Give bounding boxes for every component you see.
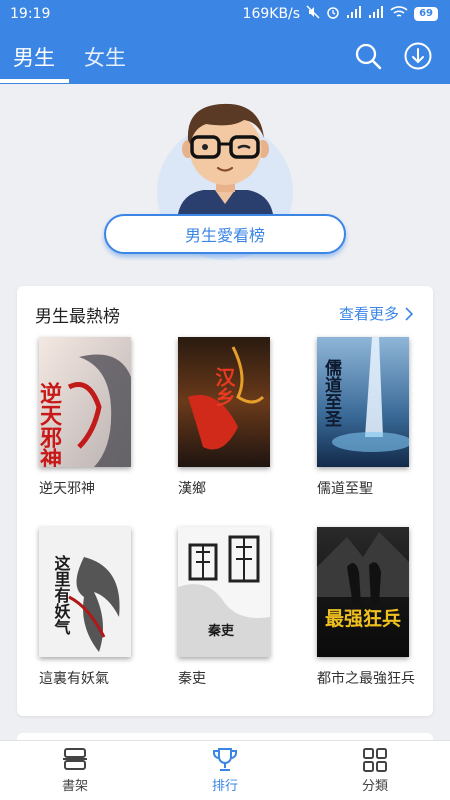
cover-title-text: 汉乡: [212, 367, 236, 407]
book-cover[interactable]: 逆天邪神: [39, 337, 131, 467]
book-item[interactable]: 这里有妖气 這裏有妖氣: [39, 527, 159, 689]
book-item[interactable]: 儒道至圣 儒道至聖: [317, 337, 437, 499]
nav-ranking-label: 排行: [211, 779, 238, 794]
cover-title-text: 这里有妖气: [52, 554, 72, 636]
book-cover[interactable]: 最强狂兵: [317, 527, 409, 657]
app-bar: 男生 女生: [0, 28, 450, 84]
bookshelf-icon: [63, 748, 87, 770]
book-title: 漢鄉: [178, 481, 206, 497]
signal-icon: [346, 5, 362, 23]
boy-avatar-illustration: [178, 103, 273, 214]
nav-ranking[interactable]: 排行: [185, 747, 265, 794]
view-more-link[interactable]: 查看更多: [339, 303, 413, 324]
male-favorites-ranking-button[interactable]: 男生愛看榜: [104, 214, 346, 254]
trophy-icon: [213, 748, 237, 771]
cover-title-text: 逆天邪神: [39, 381, 63, 467]
status-indicators: 169KB/s 69: [243, 5, 438, 23]
nav-bookshelf-label: 書架: [61, 779, 88, 794]
mute-icon: [306, 5, 320, 23]
book-title: 秦吏: [178, 671, 206, 687]
bottom-navigation: 書架 排行 分類: [0, 740, 450, 800]
download-icon[interactable]: [402, 40, 434, 72]
nav-categories[interactable]: 分類: [335, 747, 415, 794]
book-title: 這裏有妖氣: [39, 671, 109, 687]
status-time: 19:19: [10, 6, 51, 22]
alarm-icon: [326, 5, 340, 23]
book-title: 逆天邪神: [39, 481, 95, 497]
book-cover[interactable]: 这里有妖气: [39, 527, 131, 657]
wifi-icon: [390, 5, 408, 23]
cover-title-text: 最强狂兵: [325, 608, 401, 630]
book-item[interactable]: 秦吏 秦吏: [178, 527, 298, 689]
net-speed: 169KB/s: [242, 6, 301, 22]
cover-title-text: 秦吏: [207, 623, 235, 639]
book-item[interactable]: 汉乡 漢鄉: [178, 337, 298, 499]
book-cover[interactable]: 儒道至圣: [317, 337, 409, 467]
book-title: 儒道至聖: [317, 481, 373, 497]
search-icon[interactable]: [352, 40, 384, 72]
signal-icon-2: [368, 5, 384, 23]
section-title: 男生最熱榜: [35, 307, 120, 327]
book-cover[interactable]: 汉乡: [178, 337, 270, 467]
book-item[interactable]: 逆天邪神 逆天邪神: [39, 337, 159, 499]
nav-categories-label: 分類: [361, 779, 388, 794]
book-title: 都市之最強狂兵: [317, 671, 415, 687]
view-more-label: 查看更多: [338, 305, 399, 323]
nav-bookshelf[interactable]: 書架: [35, 747, 115, 794]
chevron-right-icon: [405, 306, 413, 321]
tab-male[interactable]: 男生: [13, 42, 55, 72]
battery-indicator: 69: [414, 7, 438, 21]
book-cover[interactable]: 秦吏: [178, 527, 270, 657]
tab-female[interactable]: 女生: [84, 42, 126, 72]
hot-ranking-card: 男生最熱榜 查看更多 逆天邪神 逆天邪神 汉乡 漢鄉 儒道至圣 儒道至聖 这里有…: [17, 286, 433, 716]
grid-icon: [363, 748, 387, 772]
cover-title-text: 儒道至圣: [321, 358, 342, 427]
active-tab-indicator: [0, 79, 69, 83]
book-item[interactable]: 最强狂兵 都市之最強狂兵: [317, 527, 437, 689]
ranking-hero: 男生愛看榜: [0, 84, 450, 269]
status-bar: 19:19 169KB/s 69: [0, 0, 450, 28]
